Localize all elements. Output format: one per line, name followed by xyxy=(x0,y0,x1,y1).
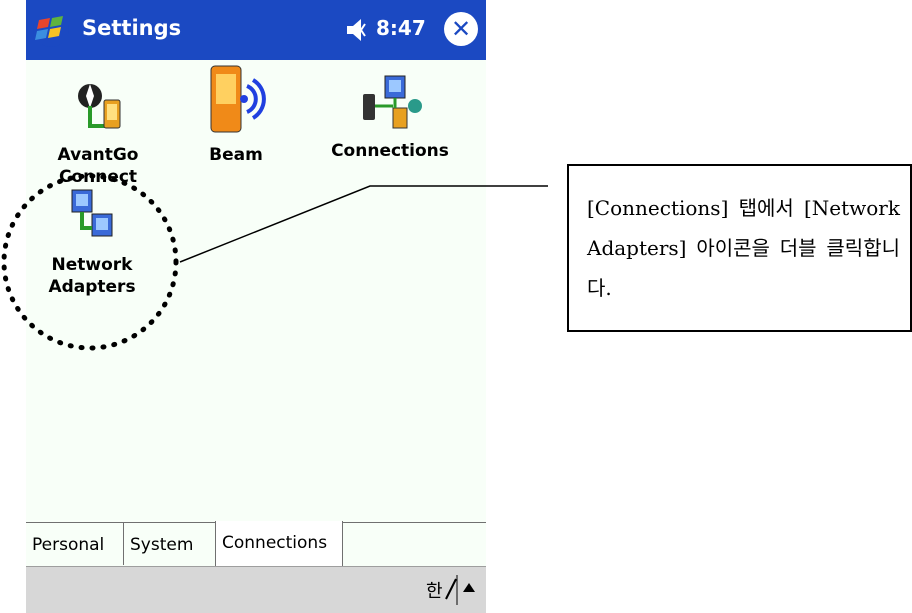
avantgo-connect-item[interactable]: AvantGo Connect xyxy=(28,78,168,188)
beam-item[interactable]: Beam xyxy=(166,62,306,166)
menu-bar: 한 xyxy=(26,566,486,613)
annotation-text: [Connections] 탭에서 [Network Adapters] 아이콘… xyxy=(587,196,900,300)
tab-personal[interactable]: Personal xyxy=(26,523,124,565)
annotation-box: [Connections] 탭에서 [Network Adapters] 아이콘… xyxy=(567,164,912,332)
connections-item[interactable]: Connections xyxy=(320,72,460,162)
connections-icon xyxy=(363,75,422,129)
settings-content: AvantGo Connect Beam Connections Network… xyxy=(26,60,486,522)
network-adapters-icon xyxy=(71,189,113,237)
input-panel-icon[interactable]: 한 xyxy=(426,575,458,605)
pocketpc-screen: Settings 8:47 ✕ AvantGo Connect Beam Con… xyxy=(26,0,486,613)
avantgo-label-line1: AvantGo xyxy=(57,145,139,165)
title-bar: Settings 8:47 ✕ xyxy=(26,0,486,60)
beam-icon xyxy=(210,65,266,133)
tab-bar: Personal System Connections xyxy=(26,521,486,567)
avantgo-label-line2: Connect xyxy=(58,167,138,187)
beam-label: Beam xyxy=(209,145,263,165)
tab-system[interactable]: System xyxy=(124,523,216,565)
svg-text:한: 한 xyxy=(426,581,443,602)
avantgo-icon xyxy=(78,84,121,129)
network-adapters-item[interactable]: Network Adapters xyxy=(22,186,162,298)
clock-time[interactable]: 8:47 xyxy=(376,16,426,40)
close-icon[interactable]: ✕ xyxy=(444,12,478,46)
network-adapters-label-line2: Adapters xyxy=(48,277,136,297)
window-title: Settings xyxy=(82,16,182,40)
network-adapters-label-line1: Network xyxy=(51,255,133,275)
tab-connections[interactable]: Connections xyxy=(215,521,343,567)
connections-label: Connections xyxy=(331,141,449,161)
windows-flag-icon[interactable] xyxy=(32,10,70,48)
up-arrow-icon[interactable] xyxy=(463,583,475,592)
speaker-icon[interactable] xyxy=(344,16,374,44)
